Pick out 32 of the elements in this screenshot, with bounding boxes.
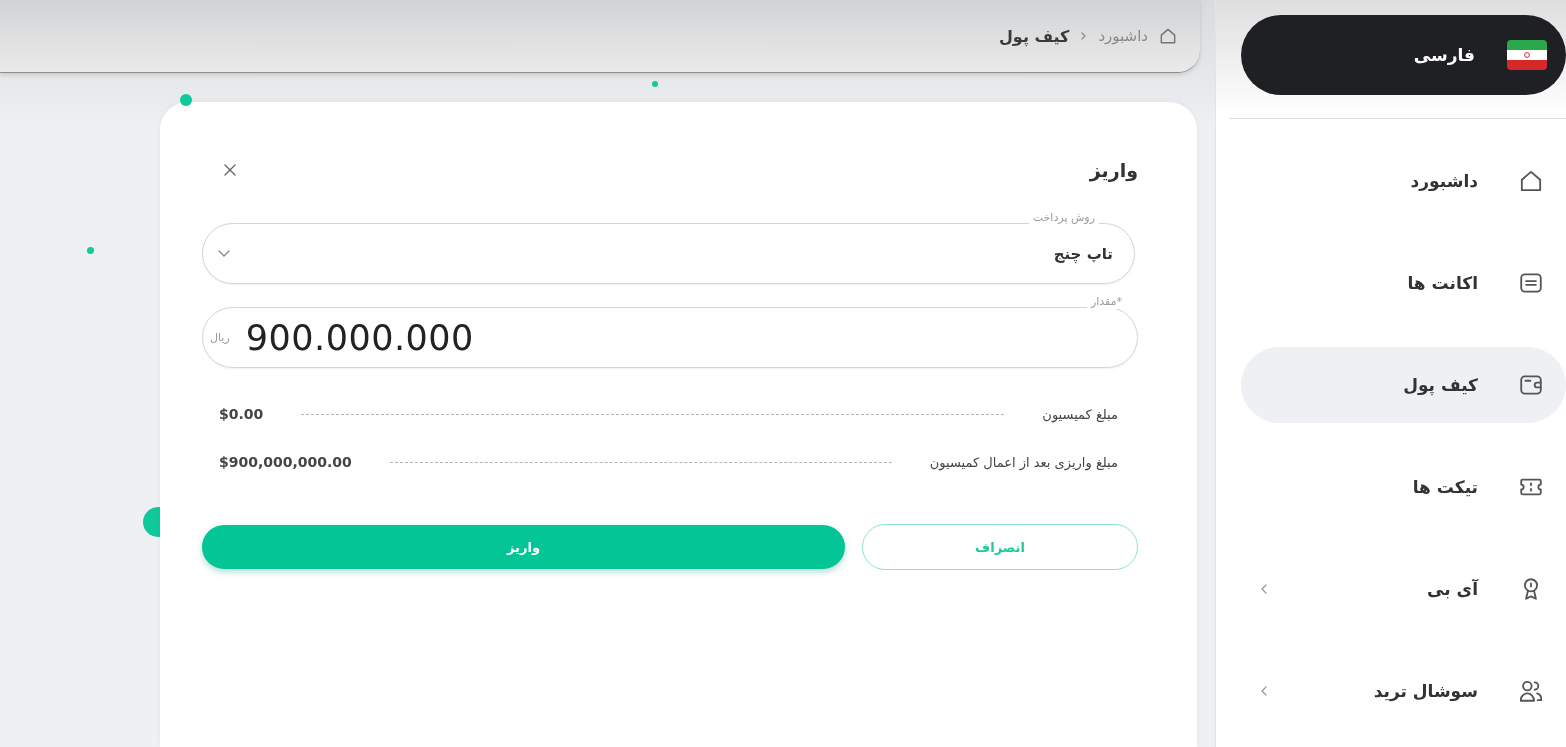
summary-value: $0.00 bbox=[219, 406, 264, 422]
currency-unit: ریال bbox=[210, 331, 230, 344]
chevron-left-icon bbox=[1261, 686, 1267, 696]
users-icon bbox=[1520, 680, 1542, 702]
close-button[interactable] bbox=[224, 164, 236, 176]
sidebar-item[interactable]: آی بی bbox=[1241, 551, 1566, 627]
wallet-icon bbox=[1520, 374, 1542, 396]
chevron-right-icon bbox=[1081, 32, 1087, 40]
dot-icon bbox=[652, 81, 658, 87]
sidebar-item[interactable]: داشبورد bbox=[1241, 143, 1566, 219]
sidebar-item[interactable]: کیف پول bbox=[1241, 347, 1566, 423]
field-label: روش پرداخت bbox=[1028, 210, 1099, 225]
flag-icon bbox=[1507, 40, 1547, 70]
home-icon bbox=[1160, 28, 1176, 44]
chevron-left-icon bbox=[1261, 584, 1267, 594]
sidebar-item[interactable]: اکانت ها bbox=[1241, 245, 1566, 321]
breadcrumb-current: کیف پول bbox=[999, 26, 1070, 46]
home-icon bbox=[1520, 170, 1542, 192]
card-lines-icon bbox=[1520, 272, 1542, 294]
select-field[interactable]: روش پرداخت تاپ چنج bbox=[202, 210, 1135, 284]
chevron-down-icon bbox=[218, 250, 230, 257]
close-icon bbox=[224, 164, 236, 176]
dot-icon bbox=[180, 94, 192, 106]
summary-label: مبلغ واریزی بعد از اعمال کمیسیون bbox=[929, 454, 1118, 470]
language-selector[interactable]: فارسی bbox=[1241, 15, 1566, 95]
sidebar-item[interactable]: تیکت ها bbox=[1241, 449, 1566, 525]
sidebar-item[interactable]: سوشال ترید bbox=[1241, 653, 1566, 729]
ticket-icon bbox=[1520, 476, 1542, 498]
summary-label: مبلغ کمیسیون bbox=[1042, 406, 1118, 422]
modal-title: واریز bbox=[1089, 159, 1138, 181]
dot-icon bbox=[87, 247, 94, 254]
summary-value: $900,000,000.00 bbox=[219, 454, 352, 470]
